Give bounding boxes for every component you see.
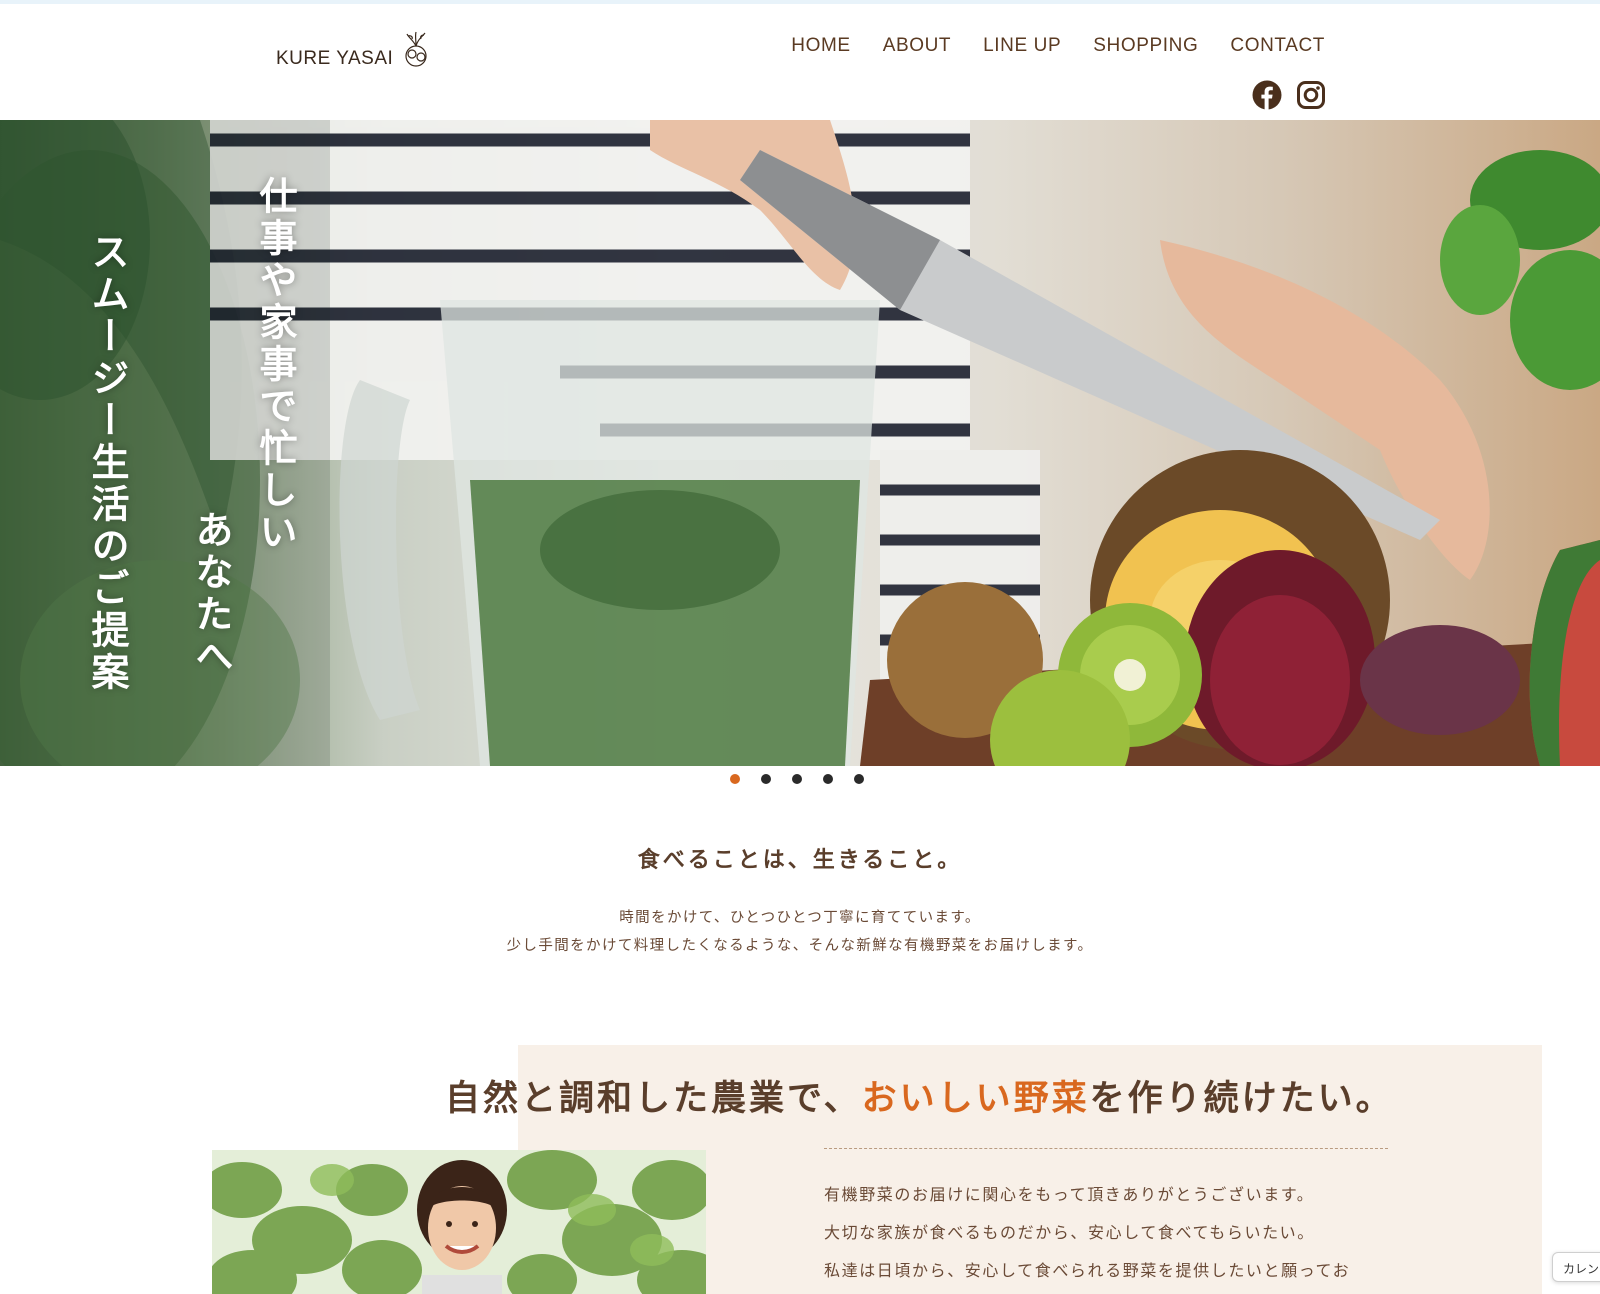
- hero-text-line-1: 仕事や家事で忙しい: [253, 176, 297, 554]
- slider-dot-1[interactable]: [730, 774, 740, 784]
- nav-line-up[interactable]: LINE UP: [983, 36, 1061, 55]
- intro-line-1: 時間をかけて、ひとつひとつ丁寧に育てています。: [619, 910, 981, 926]
- feature-line-3: 私達は日頃から、安心して食べられる野菜を提供したいと願ってお: [824, 1261, 1351, 1280]
- feature-title-pre: 自然と調和した農業で、: [445, 1079, 862, 1119]
- feature-line-1: 有機野菜のお届けに関心をもって頂きありがとうございます。: [824, 1185, 1315, 1204]
- slider-dot-4[interactable]: [823, 774, 833, 784]
- site-logo[interactable]: KURE YASAI: [276, 30, 433, 68]
- hero-text-line-3: スムージー生活のご提案: [85, 232, 129, 694]
- intro-line-2: 少し手間をかけて料理したくなるような、そんな新鮮な有機野菜をお届けします。: [506, 938, 1094, 954]
- slider-pagination: [730, 774, 864, 784]
- calendar-widget[interactable]: カレン: [1552, 1252, 1600, 1282]
- feature-title-post: を作り続けたい。: [1089, 1079, 1394, 1119]
- hero-slider[interactable]: [0, 120, 1600, 766]
- site-header: KURE YASAI HOME ABOUT LINE UP SHOPPING C…: [0, 4, 1600, 120]
- vegetable-sketch-icon: [405, 31, 427, 67]
- hero-text-line-2: あなたへ: [189, 510, 233, 678]
- main-nav: HOME ABOUT LINE UP SHOPPING CONTACT: [791, 36, 1325, 55]
- feature-title: 自然と調和した農業で、おいしい野菜を作り続けたい。: [445, 1070, 1394, 1121]
- farmer-photo: [212, 1150, 706, 1294]
- nav-about[interactable]: ABOUT: [883, 36, 951, 55]
- slider-dot-2[interactable]: [761, 774, 771, 784]
- nav-shopping[interactable]: SHOPPING: [1093, 36, 1198, 55]
- social-links: [1252, 80, 1326, 110]
- intro-title: 食べることは、生きること。: [637, 848, 963, 873]
- feature-line-2: 大切な家族が食べるものだから、安心して食べてもらいたい。: [824, 1223, 1315, 1242]
- nav-contact[interactable]: CONTACT: [1230, 36, 1325, 55]
- slider-dot-3[interactable]: [792, 774, 802, 784]
- slider-dot-5[interactable]: [854, 774, 864, 784]
- nav-home[interactable]: HOME: [791, 36, 850, 55]
- feature-title-highlight: おいしい野菜: [861, 1079, 1090, 1119]
- logo-text: KURE YASAI: [276, 48, 394, 69]
- intro-body: 時間をかけて、ひとつひとつ丁寧に育てています。 少し手間をかけて料理したくなるよ…: [0, 904, 1600, 960]
- hero-image: [0, 120, 1600, 766]
- instagram-icon[interactable]: [1296, 80, 1326, 110]
- feature-divider: [824, 1148, 1388, 1149]
- feature-body: 有機野菜のお届けに関心をもって頂きありがとうございます。 大切な家族が食べるもの…: [824, 1176, 1394, 1290]
- facebook-icon[interactable]: [1252, 80, 1282, 110]
